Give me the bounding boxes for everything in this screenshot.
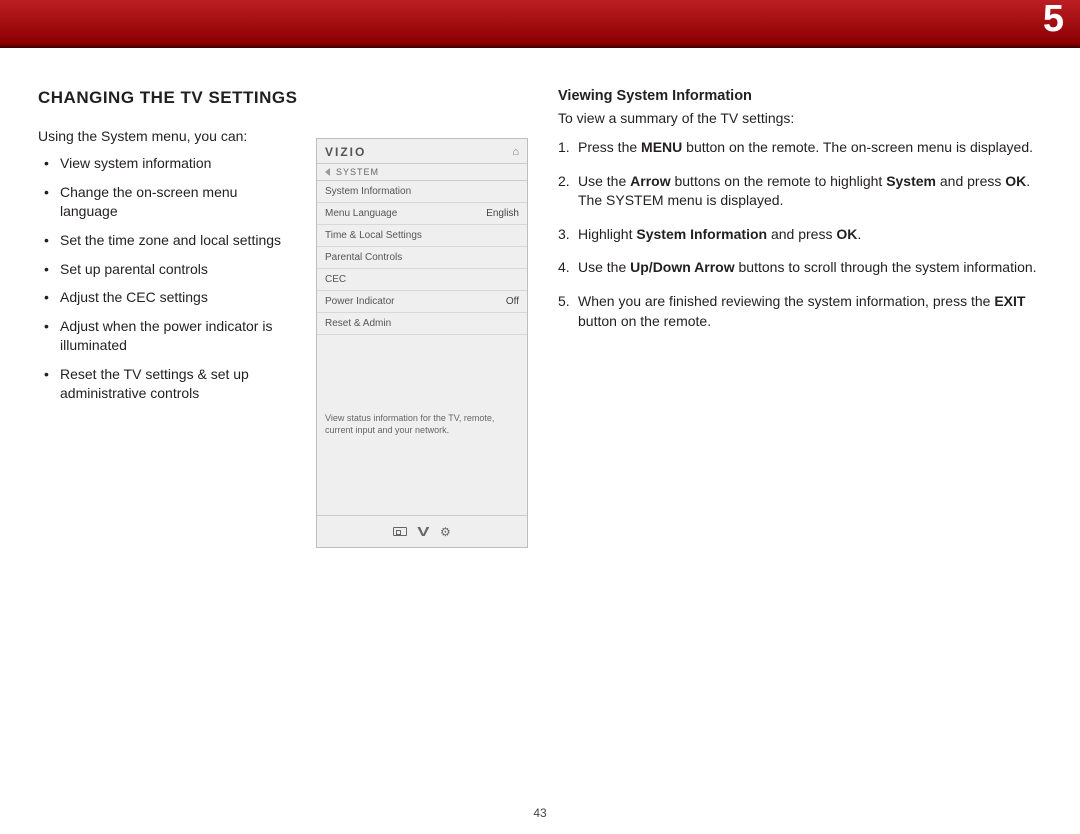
chapter-number: 5: [1043, 0, 1064, 41]
step-item: Use the Up/Down Arrow buttons to scroll …: [578, 258, 1042, 278]
tv-row-value: English: [486, 208, 519, 219]
section-intro: Using the System menu, you can:: [38, 128, 298, 144]
tv-row-label: Reset & Admin: [325, 318, 391, 329]
tv-menu-row: Menu Language English: [317, 203, 527, 225]
list-item: Set the time zone and local settings: [60, 231, 298, 250]
subsection-heading: Viewing System Information: [558, 88, 1042, 104]
tv-menu-footer-icons: V ⚙: [317, 515, 527, 547]
tv-row-value: Off: [506, 296, 519, 307]
tv-menu-row: Parental Controls: [317, 247, 527, 269]
page-content: CHANGING THE TV SETTINGS Using the Syste…: [0, 48, 1080, 548]
tv-row-label: CEC: [325, 274, 346, 285]
section-heading: CHANGING THE TV SETTINGS: [38, 88, 298, 108]
back-triangle-icon: [325, 168, 330, 176]
page-number: 43: [0, 806, 1080, 820]
breadcrumb-label: SYSTEM: [336, 167, 379, 177]
list-item: Adjust the CEC settings: [60, 288, 298, 307]
tv-menu-help-text: View status information for the TV, remo…: [317, 405, 527, 515]
tv-row-label: Power Indicator: [325, 296, 394, 307]
vizio-logo: VIZIO: [325, 145, 366, 159]
left-column: CHANGING THE TV SETTINGS Using the Syste…: [38, 88, 528, 548]
tv-row-label: System Information: [325, 186, 411, 197]
tv-row-label: Menu Language: [325, 208, 397, 219]
step-item: When you are finished reviewing the syst…: [578, 292, 1042, 331]
chapter-banner: 5: [0, 0, 1080, 48]
capability-list: View system information Change the on-sc…: [38, 154, 298, 403]
step-item: Use the Arrow buttons on the remote to h…: [578, 172, 1042, 211]
tv-menu-row: Reset & Admin: [317, 313, 527, 335]
tv-menu-header: VIZIO ⌂: [317, 139, 527, 164]
tv-system-menu: VIZIO ⌂ SYSTEM System Information Menu L…: [316, 138, 528, 548]
step-item: Press the MENU button on the remote. The…: [578, 138, 1042, 158]
left-text-block: CHANGING THE TV SETTINGS Using the Syste…: [38, 88, 298, 548]
list-item: View system information: [60, 154, 298, 173]
steps-list: Press the MENU button on the remote. The…: [558, 138, 1042, 331]
subsection-lead: To view a summary of the TV settings:: [558, 110, 1042, 126]
tv-menu-row: Time & Local Settings: [317, 225, 527, 247]
list-item: Change the on-screen menu language: [60, 183, 298, 221]
v-icon: V: [418, 524, 430, 539]
gear-icon: ⚙: [440, 525, 451, 539]
tv-menu-row: Power Indicator Off: [317, 291, 527, 313]
list-item: Reset the TV settings & set up administr…: [60, 365, 298, 403]
list-item: Set up parental controls: [60, 260, 298, 279]
right-column: Viewing System Information To view a sum…: [558, 88, 1042, 548]
tv-menu-breadcrumb: SYSTEM: [317, 164, 527, 181]
step-item: Highlight System Information and press O…: [578, 225, 1042, 245]
tv-row-label: Parental Controls: [325, 252, 402, 263]
tv-menu-row: CEC: [317, 269, 527, 291]
tv-menu-row: System Information: [317, 181, 527, 203]
home-icon: ⌂: [512, 146, 519, 158]
tv-row-label: Time & Local Settings: [325, 230, 422, 241]
list-item: Adjust when the power indicator is illum…: [60, 317, 298, 355]
wide-icon: [393, 527, 407, 536]
